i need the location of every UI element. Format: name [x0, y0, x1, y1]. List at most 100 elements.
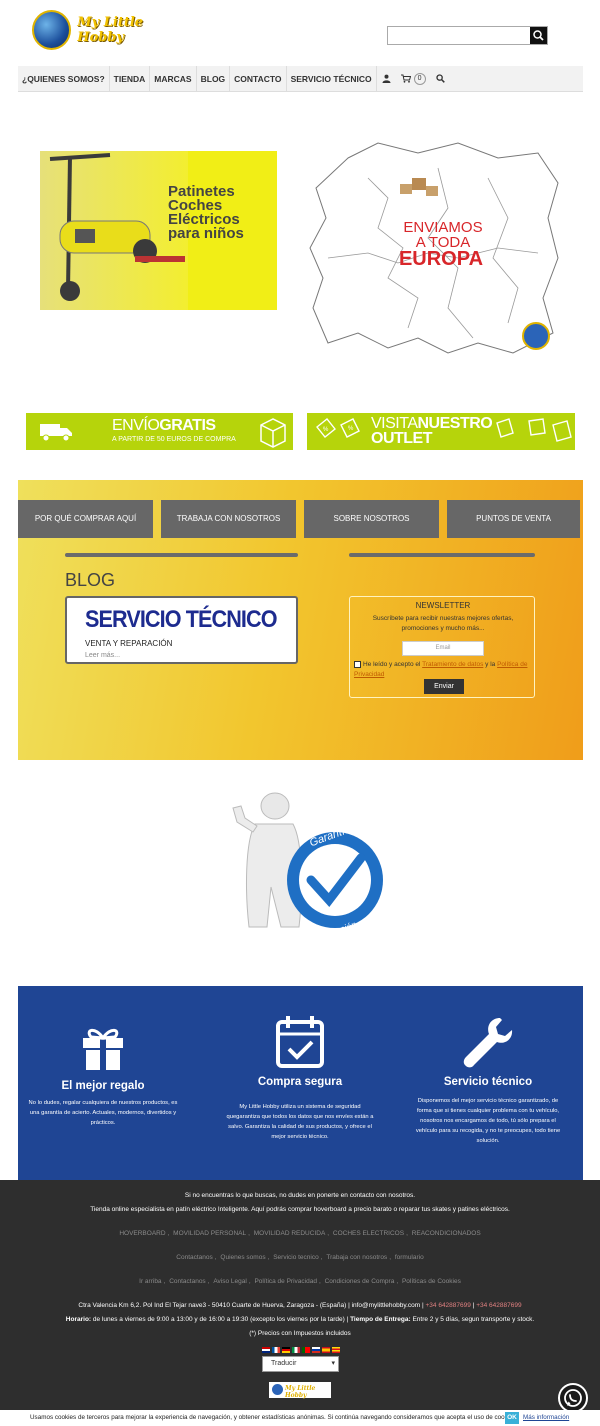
main-nav: ¿QUIENES SOMOS? TIENDA MARCAS BLOG CONTA… [18, 65, 583, 92]
flag-de[interactable] [282, 1347, 290, 1353]
footer-links-2: Ir arriba, Contactanos, Aviso Legal, Pol… [139, 1278, 461, 1285]
flag-es[interactable] [322, 1347, 330, 1353]
free-shipping-title-light: ENVÍO [112, 417, 160, 434]
footer-logo-text: My Little Hobby [285, 1385, 316, 1399]
flag-ru[interactable] [312, 1347, 320, 1353]
info-section: POR QUÉ COMPRAR AQUÍ TRABAJA CON NOSOTRO… [18, 480, 583, 760]
consent-text-pre: He leído y acepto el [363, 661, 421, 668]
footer-logo[interactable]: My Little Hobby [269, 1382, 331, 1399]
discount-tags-icon: % % [316, 418, 360, 438]
nav-item-quienes-somos[interactable]: ¿QUIENES SOMOS? [18, 65, 110, 92]
footer-link-aviso-legal[interactable]: Aviso Legal [213, 1278, 247, 1285]
footer-link-ir-arriba[interactable]: Ir arriba [139, 1278, 161, 1285]
consent-checkbox[interactable] [354, 660, 361, 668]
footer-phone-2[interactable]: +34 642887699 [476, 1302, 521, 1309]
tab-trabaja-con-nosotros[interactable]: TRABAJA CON NOSOTROS [161, 500, 296, 538]
footer-hours: Horario: de lunes a viernes de 9:00 a 13… [0, 1316, 600, 1323]
flag-en[interactable] [262, 1347, 270, 1353]
footer-address: Ctra Valencia Km 6,2. Pol Ind El Tejar n… [0, 1302, 600, 1309]
europe-shipping-banner[interactable]: ENVIAMOS A TODA EUROPA [308, 138, 563, 358]
cookie-bar: Usamos cookies de terceros para mejorar … [0, 1410, 600, 1426]
feature-tech-service-title: Servicio técnico [443, 1076, 533, 1088]
footer-delivery-text: Entre 2 y 5 días, segun transporte y sto… [412, 1316, 535, 1323]
whatsapp-button[interactable] [558, 1383, 588, 1413]
scooter-line-para-ninos: para niños [168, 225, 244, 242]
kids-scooters-banner[interactable]: Patinetes Coches Eléctricos para niños [40, 151, 277, 310]
footer-cat-movilidad-personal[interactable]: MOVILIDAD PERSONAL [173, 1230, 246, 1237]
cart-icon [400, 74, 411, 83]
blog-card-title: SERVICIO TÉCNICO [85, 606, 278, 633]
search-box [387, 26, 548, 45]
footer-intro-1: Si no encuentras lo que buscas, no dudes… [184, 1192, 416, 1199]
footer-cat-reacondicionados[interactable]: REACONDICIONADOS [412, 1230, 481, 1237]
newsletter-email-input[interactable]: Email [402, 641, 484, 656]
footer-link-trabaja[interactable]: Trabaja con nosotros [326, 1254, 387, 1261]
outlet-banner[interactable]: % % VISITANUESTRO OUTLET [307, 413, 575, 450]
search-input[interactable] [388, 27, 530, 44]
footer-link-servicio-tecnico[interactable]: Servicio tecnico [273, 1254, 319, 1261]
globe-logo-icon [272, 1384, 283, 1395]
data-treatment-link[interactable]: Tratamiento de datos [422, 661, 483, 668]
cookie-more-info-link[interactable]: Más información [523, 1410, 569, 1426]
svg-text:%: % [348, 426, 354, 432]
tab-puntos-de-venta[interactable]: PUNTOS DE VENTA [447, 500, 580, 538]
footer-taxes-note: (*) Precios con Impuestos incluidos [249, 1330, 351, 1337]
package-icon [260, 418, 286, 448]
newsletter-title: NEWSLETTER [415, 601, 471, 610]
translate-select-label: Traducir [271, 1360, 297, 1367]
user-icon [382, 74, 391, 83]
footer-link-contactanos-2[interactable]: Contactanos [169, 1278, 206, 1285]
site-logo[interactable]: My Little Hobby [32, 10, 192, 50]
footer-cat-coches-electricos[interactable]: COCHES ELECTRICOS [333, 1230, 404, 1237]
scooter-banner-text: Patinetes Coches Eléctricos para niños [168, 184, 244, 242]
nav-item-servicio-tecnico[interactable]: SERVICIO TÉCNICO [287, 65, 377, 92]
europe-line-enviamos: ENVIAMOS [403, 219, 483, 236]
tab-sobre-nosotros[interactable]: SOBRE NOSOTROS [304, 500, 439, 538]
footer-cat-movilidad-reducida[interactable]: MOVILIDAD REDUCIDA [254, 1230, 326, 1237]
blog-post-card[interactable]: SERVICIO TÉCNICO VENTA Y REPARACIÓN Leer… [65, 596, 298, 664]
free-shipping-subtitle: A PARTIR DE 50 EUROS DE COMPRA [112, 436, 236, 443]
read-more-link[interactable]: Leer más... [85, 652, 120, 659]
footer-link-contactanos[interactable]: Contactanos [176, 1254, 213, 1261]
calendar-check-icon [276, 1016, 324, 1068]
features-section: El mejor regalo No lo dudes, regalar cua… [18, 986, 583, 1180]
nav-search-button[interactable] [431, 66, 450, 92]
feature-best-gift-title: El mejor regalo [61, 1080, 145, 1092]
nav-item-blog[interactable]: BLOG [197, 65, 231, 92]
footer-link-formulario[interactable]: formulario [395, 1254, 424, 1261]
newsletter-send-button[interactable]: Enviar [424, 679, 464, 694]
footer-link-privacidad[interactable]: Política de Privacidad [254, 1278, 317, 1285]
nav-item-marcas[interactable]: MARCAS [150, 65, 197, 92]
flag-fr[interactable] [272, 1347, 280, 1353]
blog-divider [65, 553, 298, 557]
flag-pt[interactable] [302, 1347, 310, 1353]
feature-best-gift: El mejor regalo No lo dudes, regalar cua… [18, 986, 188, 1180]
footer-link-cookies[interactable]: Políticas de Cookies [402, 1278, 461, 1285]
free-shipping-banner[interactable]: ENVÍOGRATIS A PARTIR DE 50 EUROS DE COMP… [26, 413, 293, 450]
footer-link-quienes-somos[interactable]: Quienes somos [220, 1254, 265, 1261]
europe-banner-line2: EUROPA [398, 248, 484, 270]
cart-count-badge: 0 [413, 72, 426, 85]
satisfaction-guarantee-image: Garantía de Satisfacción [205, 792, 395, 950]
search-button[interactable] [530, 27, 547, 44]
cookie-accept-button[interactable]: OK [505, 1412, 519, 1424]
tab-por-que-comprar[interactable]: POR QUÉ COMPRAR AQUÍ [18, 500, 153, 538]
translate-select[interactable]: Traducir ▾ [262, 1356, 339, 1372]
nav-item-contacto[interactable]: CONTACTO [230, 65, 287, 92]
footer-hours-label: Horario: [65, 1316, 92, 1323]
footer-hours-text: de lunes a viernes de 9:00 a 13:00 y de … [92, 1316, 349, 1323]
feature-tech-service-desc: Disponemos del mejor servicio técnico ga… [415, 1098, 561, 1144]
search-icon [533, 30, 544, 41]
free-shipping-title: ENVÍOGRATIS [112, 417, 216, 435]
footer-link-condiciones[interactable]: Condiciones de Compra [325, 1278, 395, 1285]
feature-tech-service: Servicio técnico Disponemos del mejor se… [403, 986, 573, 1180]
nav-item-tienda[interactable]: TIENDA [110, 65, 151, 92]
flag-it[interactable] [292, 1347, 300, 1353]
footer-phone-1[interactable]: +34 642887699 [426, 1302, 471, 1309]
footer-cat-hoverboard[interactable]: HOVERBOARD [119, 1230, 165, 1237]
scooter-illustration [49, 153, 185, 301]
flag-ca[interactable] [332, 1347, 340, 1353]
cart-button[interactable]: 0 [396, 66, 431, 92]
footer-intro-2: Tienda online especialista en patín eléc… [90, 1206, 510, 1213]
user-account-button[interactable] [377, 66, 396, 92]
